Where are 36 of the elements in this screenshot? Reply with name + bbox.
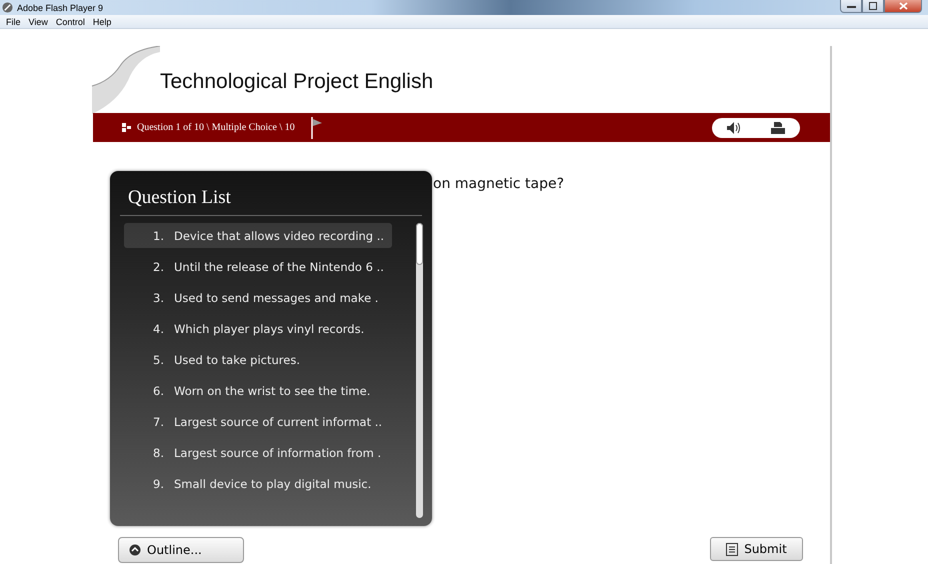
outline-button[interactable]: Outline... xyxy=(118,537,244,563)
question-text: on magnetic tape? xyxy=(433,176,564,192)
menu-item[interactable]: Control xyxy=(52,16,89,26)
app-icon xyxy=(2,2,13,13)
flag-icon[interactable] xyxy=(310,116,323,138)
menu-item[interactable]: File xyxy=(2,16,25,26)
question-list-item[interactable]: 1. Device that allows video recording .. xyxy=(124,223,392,248)
quiz-title: Technological Project English xyxy=(160,70,434,94)
question-status: Question 1 of 10 \ Multiple Choice \ 10 xyxy=(137,122,295,133)
squares-icon xyxy=(122,123,131,132)
panel-title: Question List xyxy=(128,187,231,209)
question-list-item[interactable]: 2. Until the release of the Nintendo 6 .. xyxy=(124,254,392,279)
question-list-item[interactable]: 3. Used to send messages and make . xyxy=(124,285,392,310)
minimize-button[interactable] xyxy=(840,0,862,13)
question-list-item[interactable]: 9. Small device to play digital music. xyxy=(124,471,392,496)
document-icon xyxy=(726,542,738,556)
question-list-item[interactable]: 8. Largest source of information from . xyxy=(124,440,392,465)
scrollbar[interactable] xyxy=(416,223,423,518)
maximize-button[interactable] xyxy=(862,0,884,13)
question-list-item[interactable]: 5. Used to take pictures. xyxy=(124,347,392,372)
printer-icon[interactable] xyxy=(770,120,786,134)
maximize-icon xyxy=(869,2,877,10)
question-list-item[interactable]: 4. Which player plays vinyl records. xyxy=(124,316,392,341)
page-curl-drawing xyxy=(90,46,160,114)
question-list-item[interactable]: 6. Worn on the wrist to see the time. xyxy=(124,378,392,403)
window-title: Adobe Flash Player 9 xyxy=(17,2,104,12)
question-list-item[interactable]: 7. Largest source of current informat .. xyxy=(124,409,392,434)
menu-item[interactable]: Help xyxy=(88,16,116,26)
menu-item[interactable]: View xyxy=(24,16,52,26)
speaker-icon[interactable] xyxy=(726,120,742,134)
submit-button[interactable]: Submit xyxy=(710,537,803,561)
minimize-icon xyxy=(846,4,856,8)
scroll-thumb[interactable] xyxy=(416,223,423,265)
caret-icon xyxy=(129,544,141,556)
close-icon xyxy=(898,2,908,10)
close-button[interactable] xyxy=(884,0,922,13)
